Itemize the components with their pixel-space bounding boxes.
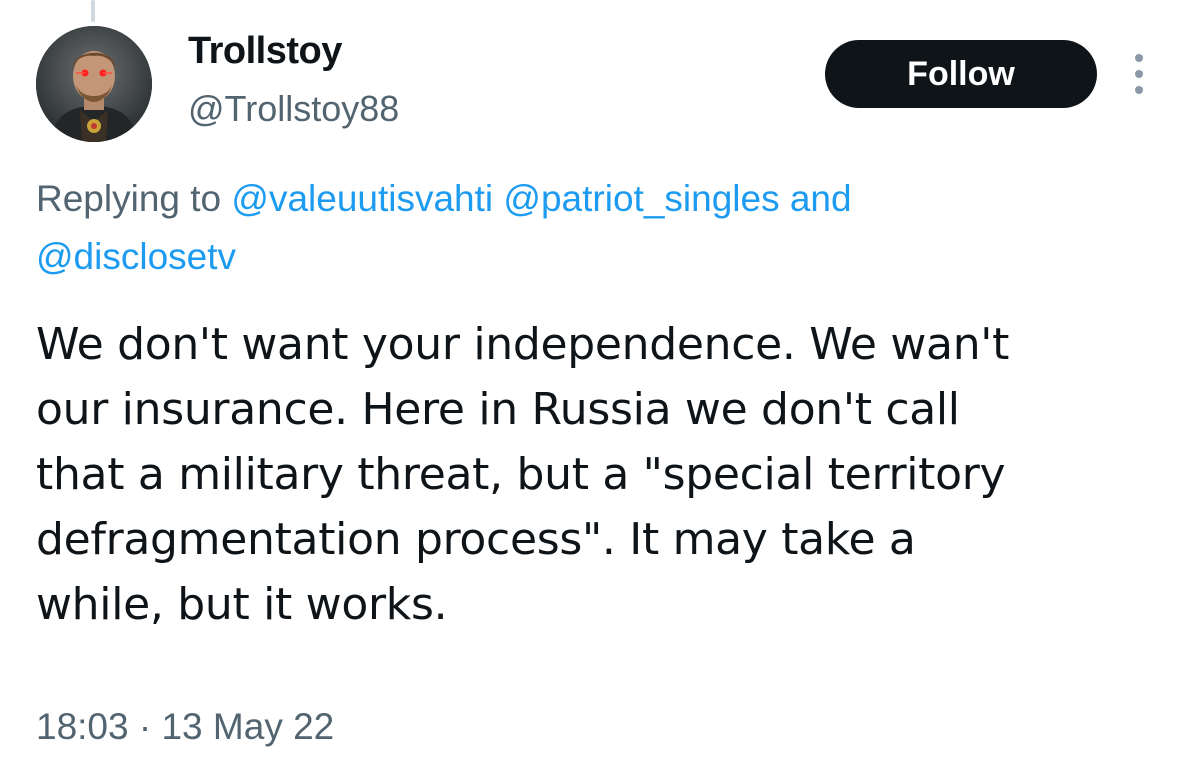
timestamp-separator: · <box>138 706 152 747</box>
tweet-text-line: that a military threat, but a "special t… <box>36 449 1006 500</box>
reply-and-others-link[interactable]: and <box>790 178 852 219</box>
mention-link-valeuutisvahti[interactable]: @valeuutisvahti <box>231 178 493 219</box>
reply-context: Replying to @valeuutisvahti @patriot_sin… <box>36 170 1156 286</box>
tweet-text-line: defragmentation process". It may take a <box>36 514 916 565</box>
thread-connector-line <box>91 0 95 22</box>
tweet-text: We don't want your independence. We wan'… <box>36 312 1166 637</box>
more-options-button[interactable] <box>1124 50 1154 98</box>
tweet-text-line: We don't want your independence. We wan'… <box>36 319 1010 370</box>
more-vertical-icon <box>1135 54 1143 62</box>
author-handle[interactable]: @Trollstoy88 <box>188 88 399 130</box>
avatar-image <box>36 26 152 142</box>
more-vertical-icon-dot <box>1135 70 1143 78</box>
tweet-time: 18:03 <box>36 706 129 747</box>
author-display-name[interactable]: Trollstoy <box>188 30 342 73</box>
avatar[interactable] <box>36 26 152 142</box>
tweet-text-line: our insurance. Here in Russia we don't c… <box>36 384 960 435</box>
reply-prefix: Replying to <box>36 178 222 219</box>
mention-link-disclosetv[interactable]: @disclosetv <box>36 236 236 277</box>
more-vertical-icon-dot <box>1135 86 1143 94</box>
tweet-text-line: while, but it works. <box>36 579 448 630</box>
mention-link-patriot-singles[interactable]: @patriot_singles <box>503 178 779 219</box>
follow-button[interactable]: Follow <box>825 40 1097 108</box>
tweet-timestamp[interactable]: 18:03 · 13 May 22 <box>36 706 334 748</box>
tweet-date: 13 May 22 <box>161 706 335 747</box>
